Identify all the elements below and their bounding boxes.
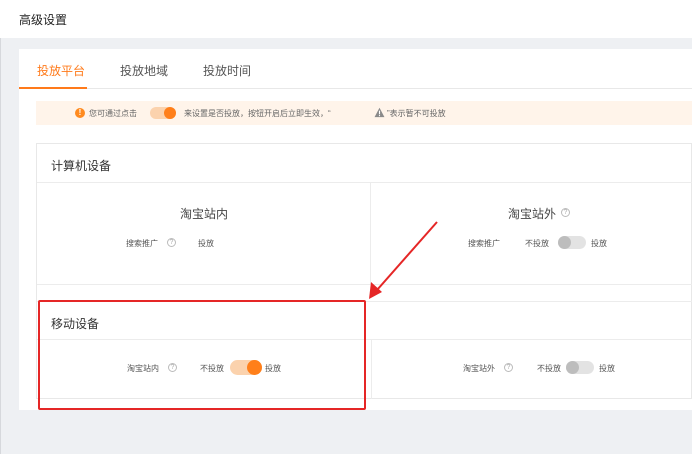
notice-bar: ! 您可通过点击 来设置是否投放，按钮开启后立即生效，“ ”表示暂不可投放 [36, 101, 692, 125]
mobile-devices-title: 移动设备 [51, 317, 100, 331]
mobile-taobao-in-label: 淘宝站内 [127, 364, 159, 373]
computer-taobao-out-off-label: 不投放 [525, 239, 549, 248]
page-title: 高级设置 [19, 13, 68, 27]
computer-taobao-out-row-label: 搜索推广 [468, 239, 500, 248]
tab-region[interactable]: 投放地域 [120, 62, 168, 79]
settings-panel: 投放平台 投放地域 投放时间 ! 您可通过点击 来设置是否投放，按钮开启后立即生… [19, 49, 692, 410]
notice-text-3: ”表示暂不可投放 [387, 109, 446, 118]
tab-platform[interactable]: 投放平台 [37, 62, 85, 79]
computer-taobao-out-cell: 淘宝站外 ? 搜索推广 不投放 投放 [372, 182, 692, 285]
mobile-taobao-out-toggle[interactable] [566, 361, 594, 374]
mobile-taobao-in-off-label: 不投放 [200, 364, 224, 373]
header: 高级设置 [0, 0, 692, 38]
help-icon[interactable]: ? [561, 208, 570, 217]
mobile-taobao-in-on-label: 投放 [265, 364, 281, 373]
computer-taobao-out-toggle[interactable] [558, 236, 586, 249]
mobile-taobao-out-on-label: 投放 [599, 364, 615, 373]
help-icon[interactable]: ? [168, 363, 177, 372]
tab-time[interactable]: 投放时间 [203, 62, 251, 79]
tab-bar: 投放平台 投放地域 投放时间 [19, 49, 692, 89]
mobile-taobao-out-label: 淘宝站外 [463, 364, 495, 373]
info-icon: ! [75, 108, 85, 118]
help-icon[interactable]: ? [504, 363, 513, 372]
mobile-taobao-in-toggle[interactable] [230, 360, 262, 375]
computer-taobao-in-value: 投放 [198, 239, 214, 248]
active-tab-indicator [19, 87, 87, 89]
help-icon[interactable]: ? [167, 238, 176, 247]
computer-taobao-in-cell: 淘宝站内 搜索推广 ? 投放 [37, 182, 371, 285]
notice-text-2: 来设置是否投放，按钮开启后立即生效，“ [184, 109, 331, 118]
mobile-taobao-out-off-label: 不投放 [537, 364, 561, 373]
notice-text-1: 您可通过点击 [89, 109, 137, 118]
warning-icon [374, 107, 385, 118]
computer-taobao-out-on-label: 投放 [591, 239, 607, 248]
computer-devices-title: 计算机设备 [51, 159, 112, 173]
mobile-devices-card: 移动设备 淘宝站内 ? 不投放 投放 淘宝站外 ? 不投放 投放 [36, 301, 692, 399]
computer-taobao-in-title: 淘宝站内 [180, 207, 229, 221]
notice-toggle-sample-icon [150, 107, 176, 119]
left-border [0, 38, 1, 454]
computer-taobao-in-row-label: 搜索推广 [126, 239, 158, 248]
computer-taobao-out-title: 淘宝站外 [508, 207, 557, 221]
